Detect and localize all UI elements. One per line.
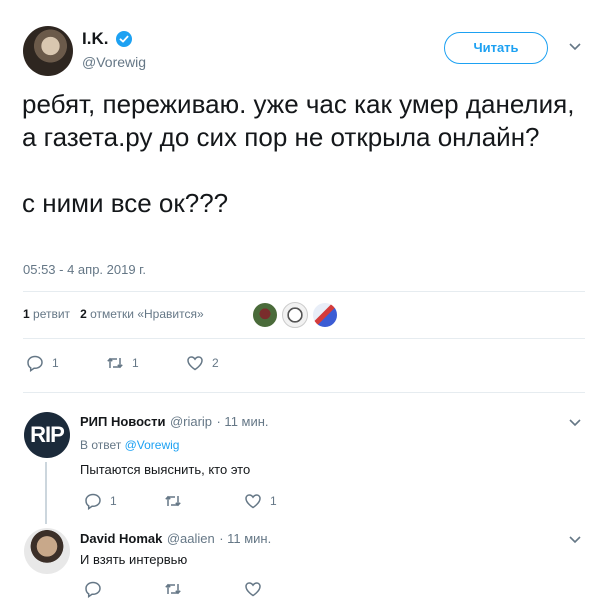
heart-icon	[245, 494, 261, 509]
heart-icon	[187, 356, 203, 371]
retweet-button[interactable]	[164, 492, 190, 510]
reply-icon	[85, 493, 101, 510]
retweets-stat[interactable]: 1 ретвит	[23, 307, 70, 321]
reply-avatar[interactable]	[24, 528, 70, 574]
retweet-icon	[107, 357, 123, 369]
author-avatar[interactable]	[23, 26, 73, 76]
tweet-stats: 1 ретвит 2 отметки «Нравится»	[23, 307, 204, 321]
heart-icon	[245, 582, 261, 597]
author-handle[interactable]: @Vorewig	[82, 54, 146, 70]
reply-author-handle[interactable]: @riarip	[170, 414, 212, 429]
follow-button[interactable]: Читать	[444, 32, 548, 64]
reply-author-name[interactable]: David Homak	[80, 531, 162, 546]
reply-author-handle[interactable]: @aalien	[167, 531, 215, 546]
reply-icon	[85, 581, 101, 598]
divider	[23, 392, 585, 393]
reply-time[interactable]: · 11 мин.	[219, 531, 271, 546]
reply-avatar[interactable]: RIP	[24, 412, 70, 458]
reply-text: И взять интервью	[80, 552, 188, 567]
divider	[23, 291, 585, 292]
liker-avatar[interactable]	[312, 302, 338, 328]
chevron-down-icon[interactable]	[568, 535, 582, 545]
reply-icon	[27, 355, 43, 372]
tweet-timestamp[interactable]: 05:53 - 4 апр. 2019 г.	[23, 262, 146, 277]
reply-button[interactable]	[84, 580, 102, 598]
reply-text: Пытаются выяснить, кто это	[80, 462, 251, 477]
reply-header: David Homak @aalien · 11 мин.	[80, 530, 271, 548]
retweet-icon	[165, 583, 181, 595]
reply-author-name[interactable]: РИП Новости	[80, 414, 165, 429]
reply-button[interactable]: 1	[84, 492, 117, 510]
retweet-button[interactable]	[164, 580, 182, 598]
reply-header: РИП Новости @riarip · 11 мин.	[80, 413, 269, 431]
reply-to-handle[interactable]: @Vorewig	[125, 438, 180, 452]
like-button[interactable]: 2	[186, 354, 219, 372]
retweet-icon	[165, 495, 181, 507]
liker-avatar[interactable]	[282, 302, 308, 328]
like-button[interactable]	[244, 580, 262, 598]
likes-stat[interactable]: 2 отметки «Нравится»	[80, 307, 204, 321]
reply-button[interactable]: 1	[26, 354, 59, 372]
verified-badge-icon	[116, 31, 132, 47]
reply-to-line: В ответ @Vorewig	[80, 438, 180, 452]
tweet-text: ребят, переживаю. уже час как умер данел…	[22, 89, 575, 218]
thread-line	[45, 462, 47, 524]
author-name[interactable]: I.K.	[82, 29, 108, 49]
chevron-down-icon[interactable]	[568, 42, 582, 52]
retweet-button[interactable]: 1	[106, 354, 139, 372]
liker-avatar[interactable]	[252, 302, 278, 328]
divider	[23, 338, 585, 339]
chevron-down-icon[interactable]	[568, 418, 582, 428]
like-button[interactable]: 1	[244, 492, 277, 510]
reply-time[interactable]: · 11 мин.	[216, 414, 268, 429]
